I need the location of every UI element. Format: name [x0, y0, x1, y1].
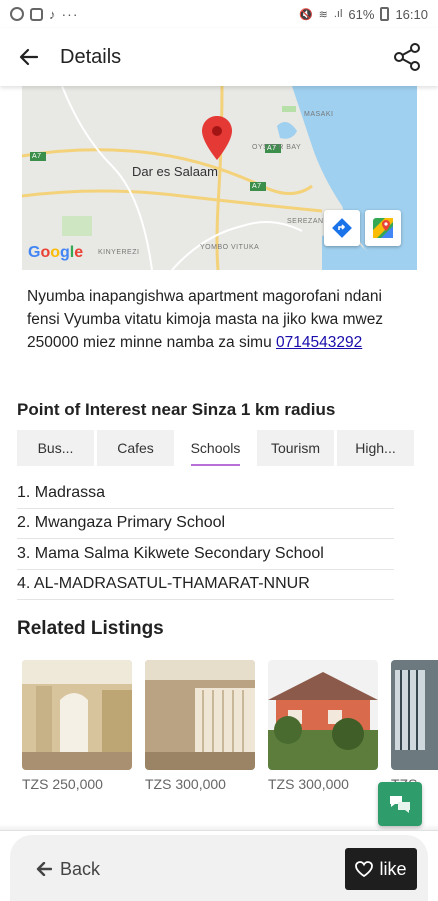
map-label-yombo-vituka: YOMBO VITUKA — [200, 244, 260, 251]
status-notifications: ♪ ··· — [10, 6, 79, 22]
list-item: 3. Mama Salma Kikwete Secondary School — [17, 539, 394, 570]
status-system: 🔇 ≋ .ıl 61% 16:10 — [299, 7, 428, 22]
like-button[interactable]: like — [345, 848, 417, 890]
share-icon[interactable] — [392, 42, 422, 72]
arrow-left-icon — [36, 862, 52, 876]
battery-percent: 61% — [348, 6, 375, 22]
related-listings-carousel[interactable]: TZS 250,000 TZS 300,000 TZS 300,000 — [22, 660, 438, 800]
chat-button[interactable] — [378, 782, 422, 826]
listing-photo — [145, 660, 255, 770]
listing-photo — [22, 660, 132, 770]
wifi-icon: ≋ — [318, 8, 328, 21]
tiktok-icon: ♪ — [49, 6, 56, 22]
more-notifications-icon: ··· — [61, 6, 79, 22]
listing-card[interactable]: TZS — [391, 660, 438, 792]
listing-card[interactable]: TZS 250,000 — [22, 660, 132, 792]
listing-photo — [391, 660, 438, 770]
location-map[interactable]: Dar es Salaam MASAKI OYSTER BAY SEREZANI… — [22, 86, 417, 270]
listing-card[interactable]: TZS 300,000 — [268, 660, 378, 792]
listing-price: TZS 300,000 — [268, 776, 349, 792]
listing-photo — [268, 660, 378, 770]
list-item: 2. Mwangaza Primary School — [17, 509, 394, 539]
clock: 16:10 — [395, 6, 428, 22]
tab-highways[interactable]: High... — [337, 430, 414, 466]
related-listings-heading: Related Listings — [17, 618, 164, 639]
map-label-masaki: MASAKI — [304, 111, 334, 118]
map-label-oyster-bay: OYSTER BAY — [252, 144, 302, 151]
back-text-button[interactable]: Back — [36, 858, 100, 880]
map-city-label: Dar es Salaam — [132, 164, 218, 179]
tab-cafes[interactable]: Cafes — [97, 430, 174, 466]
map-label-kinyerezi: KINYEREZI — [98, 249, 140, 256]
battery-icon — [380, 7, 390, 21]
heart-icon — [355, 861, 374, 877]
whatsapp-icon — [10, 7, 24, 21]
poi-heading: Point of Interest near Sinza 1 km radius — [17, 400, 336, 419]
listing-price: TZS 250,000 — [22, 776, 103, 792]
directions-button[interactable] — [324, 210, 360, 246]
listing-description: Nyumba inapangishwa apartment magorofani… — [27, 285, 407, 354]
listing-price: TZS 300,000 — [145, 776, 226, 792]
tab-tourism[interactable]: Tourism — [257, 430, 334, 466]
arrow-left-icon — [19, 48, 39, 66]
status-bar: ♪ ··· 🔇 ≋ .ıl 61% 16:10 — [0, 0, 438, 28]
directions-icon — [332, 218, 352, 238]
signal-icon: .ıl — [333, 8, 343, 20]
map-road-label: A7 — [252, 183, 262, 190]
list-item: 1. Madrassa — [17, 478, 394, 509]
phone-link[interactable]: 0714543292 — [276, 334, 362, 351]
map-label-serezani: SEREZANI — [287, 218, 327, 225]
listing-card[interactable]: TZS 300,000 — [145, 660, 255, 792]
poi-tabs: Bus... Cafes Schools Tourism High... — [17, 430, 414, 466]
poi-list: 1. Madrassa 2. Mwangaza Primary School 3… — [17, 478, 394, 600]
page-title: Details — [60, 45, 122, 68]
open-in-maps-button[interactable] — [365, 210, 401, 246]
map-road-label: A7 — [32, 153, 42, 160]
list-item: 4. AL-MADRASATUL-THAMARAT-NNUR — [17, 570, 394, 600]
chat-icon — [390, 796, 410, 813]
gallery-icon — [30, 7, 43, 21]
mute-icon: 🔇 — [298, 8, 313, 21]
google-maps-icon — [373, 218, 393, 238]
app-bar: Details — [0, 28, 438, 86]
like-label: like — [379, 858, 407, 879]
back-label: Back — [60, 858, 101, 879]
back-button[interactable] — [0, 28, 58, 86]
map-pin-icon — [202, 116, 232, 160]
map-road-label: A7 — [267, 145, 277, 152]
google-logo: Google — [28, 244, 84, 261]
tab-bus[interactable]: Bus... — [17, 430, 94, 466]
tab-schools[interactable]: Schools — [177, 430, 254, 466]
